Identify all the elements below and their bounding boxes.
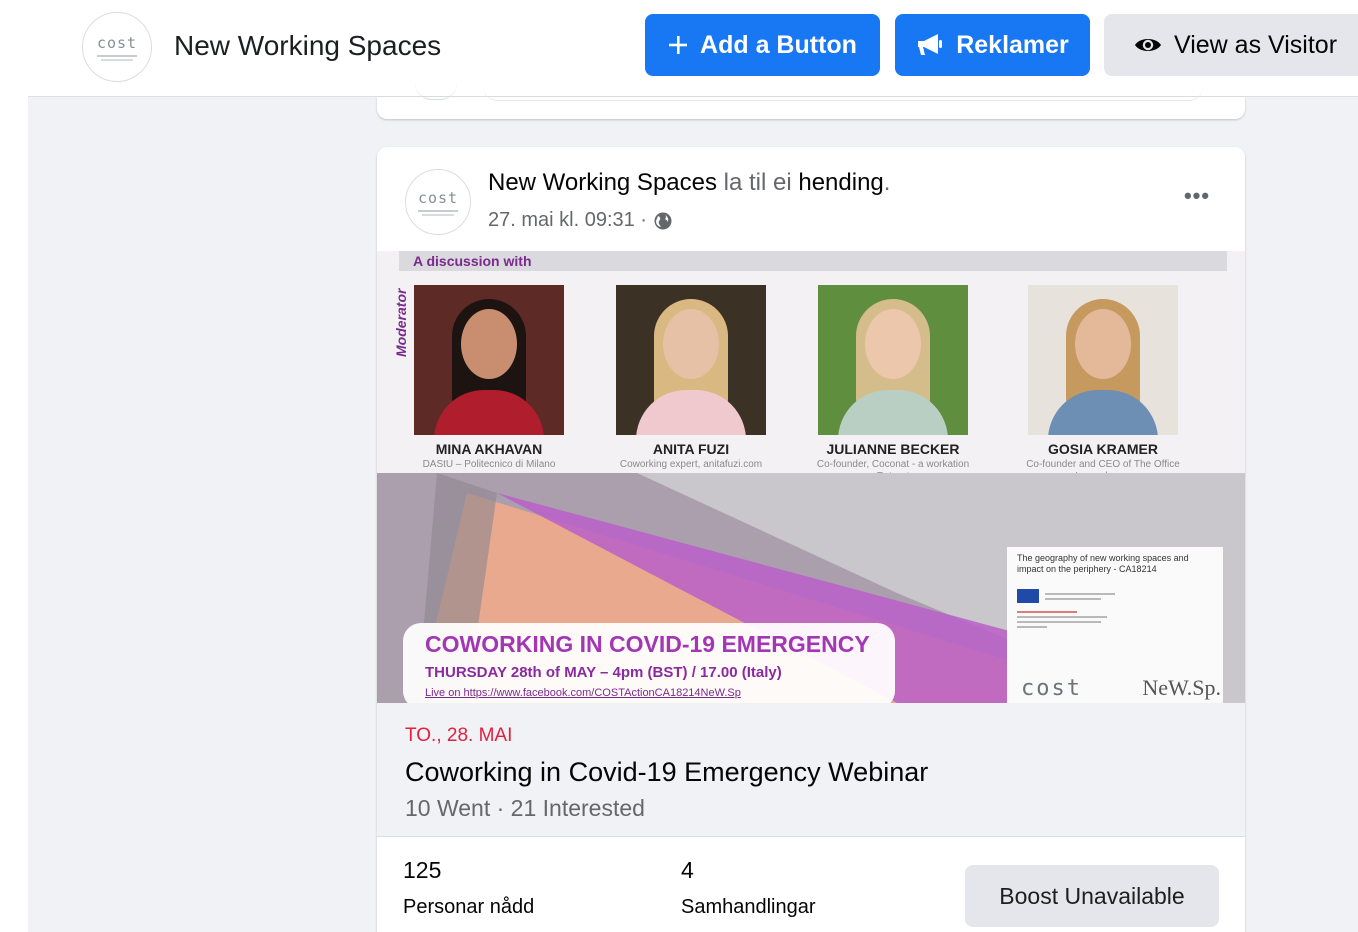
speaker-name: GOSIA KRAMER: [1048, 441, 1158, 457]
moderator-label: Moderator: [393, 288, 409, 357]
engagement-metric: 4 Samhandlingar: [681, 857, 816, 919]
banner-event-datetime: THURSDAY 28th of MAY – 4pm (BST) / 17.00…: [425, 664, 782, 681]
event-post-card: cost New Working Spaces la til ei hendin…: [377, 147, 1245, 932]
post-logo-underline-2: [422, 213, 454, 216]
megaphone-icon: [916, 33, 944, 57]
engagement-label: Samhandlingar: [681, 896, 816, 918]
newsp-logo: NeW.Sp.: [1142, 675, 1221, 700]
speaker-name: JULIANNE BECKER: [826, 441, 960, 457]
globe-icon[interactable]: [653, 211, 673, 231]
eu-flag-icon: [1017, 589, 1039, 603]
reach-value: 125: [403, 857, 442, 883]
speaker-photo: [1028, 285, 1178, 435]
more-options-icon[interactable]: •••: [1177, 181, 1217, 211]
post-action-text: la til ei: [723, 169, 792, 196]
speaker-photo: [414, 285, 564, 435]
speaker-role: DAStU – Politecnico di Milano: [422, 459, 556, 470]
left-margin: [0, 0, 28, 932]
previous-comment-field[interactable]: [483, 87, 1203, 101]
reach-label: Personar nådd: [403, 896, 535, 918]
post-logo-underline: [418, 209, 458, 212]
eu-funding-block: [1017, 589, 1213, 603]
view-as-visitor-button[interactable]: View as Visitor: [1104, 14, 1358, 76]
event-info-section[interactable]: TO., 28. MAI Coworking in Covid-19 Emerg…: [377, 703, 1245, 837]
project-title: The geography of new working spaces and …: [1017, 553, 1189, 574]
speaker-card: MINA AKHAVAN DAStU – Politecnico di Mila…: [409, 285, 569, 471]
speaker-name: MINA AKHAVAN: [435, 441, 543, 457]
post-action-object[interactable]: hending: [798, 169, 883, 196]
banner-logo-panel: The geography of new working spaces and …: [1007, 547, 1223, 703]
banner-event-link: Live on https://www.facebook.com/COSTAct…: [425, 687, 741, 699]
funding-text-lines: [1045, 590, 1115, 603]
add-a-button-button[interactable]: Add a Button: [645, 14, 880, 76]
speaker-name: ANITA FUZI: [652, 441, 730, 457]
post-avatar-logo-text: cost: [417, 188, 459, 207]
speaker-photo: [616, 285, 766, 435]
banner-heading: A discussion with: [399, 251, 1227, 271]
page-header: cost New Working Spaces Add a Button Rek…: [28, 0, 1358, 97]
post-author-avatar[interactable]: cost: [405, 169, 471, 235]
event-title[interactable]: Coworking in Covid-19 Emergency Webinar: [405, 757, 928, 788]
previous-post-card: [377, 97, 1245, 119]
logo-underline-2: [101, 58, 133, 61]
post-meta: 27. mai kl. 09:31 ·: [488, 209, 673, 232]
reach-metric: 125 Personar nådd: [403, 857, 534, 919]
engagement-value: 4: [681, 857, 694, 883]
speaker-photo: [818, 285, 968, 435]
speaker-card: ANITA FUZI Coworking expert, anitafuzi.c…: [611, 285, 771, 471]
post-author-name[interactable]: New Working Spaces: [488, 169, 717, 196]
cost-logo: cost: [1021, 676, 1082, 701]
event-date: TO., 28. MAI: [405, 725, 513, 746]
post-header: New Working Spaces la til ei hending.: [488, 169, 891, 196]
previous-avatar: [415, 83, 457, 100]
speaker-card: GOSIA KRAMER Co-founder and CEO of The O…: [1023, 285, 1183, 483]
event-attendance-stats: 10 Went · 21 Interested: [405, 795, 645, 821]
speaker-role: Coworking expert, anitafuzi.com: [619, 459, 763, 470]
avatar-logo-text: cost: [96, 33, 138, 52]
contact-text-lines: [1017, 611, 1213, 628]
logo-underline: [97, 54, 137, 57]
speaker-card: JULIANNE BECKER Co-founder, Coconat - a …: [813, 285, 973, 483]
boost-unavailable-button[interactable]: Boost Unavailable: [965, 865, 1219, 927]
view-as-visitor-label: View as Visitor: [1174, 30, 1338, 59]
event-banner-image[interactable]: A discussion with Moderator MINA AKHAVAN…: [377, 251, 1245, 703]
banner-event-title: COWORKING IN COVID-19 EMERGENCY: [425, 631, 870, 657]
ads-button-label: Reklamer: [956, 30, 1069, 59]
banner-event-box: COWORKING IN COVID-19 EMERGENCY THURSDAY…: [403, 623, 895, 703]
post-insights: 125 Personar nådd 4 Samhandlingar Boost …: [377, 837, 1245, 932]
ads-button[interactable]: Reklamer: [895, 14, 1090, 76]
add-a-button-label: Add a Button: [700, 30, 857, 59]
post-timestamp[interactable]: 27. mai kl. 09:31 ·: [488, 209, 647, 232]
plus-icon: [668, 35, 688, 55]
page-avatar[interactable]: cost: [82, 12, 152, 82]
page-title[interactable]: New Working Spaces: [174, 30, 441, 62]
partner-logos: cost NeW.Sp.: [1021, 675, 1221, 701]
eye-icon: [1134, 35, 1162, 55]
